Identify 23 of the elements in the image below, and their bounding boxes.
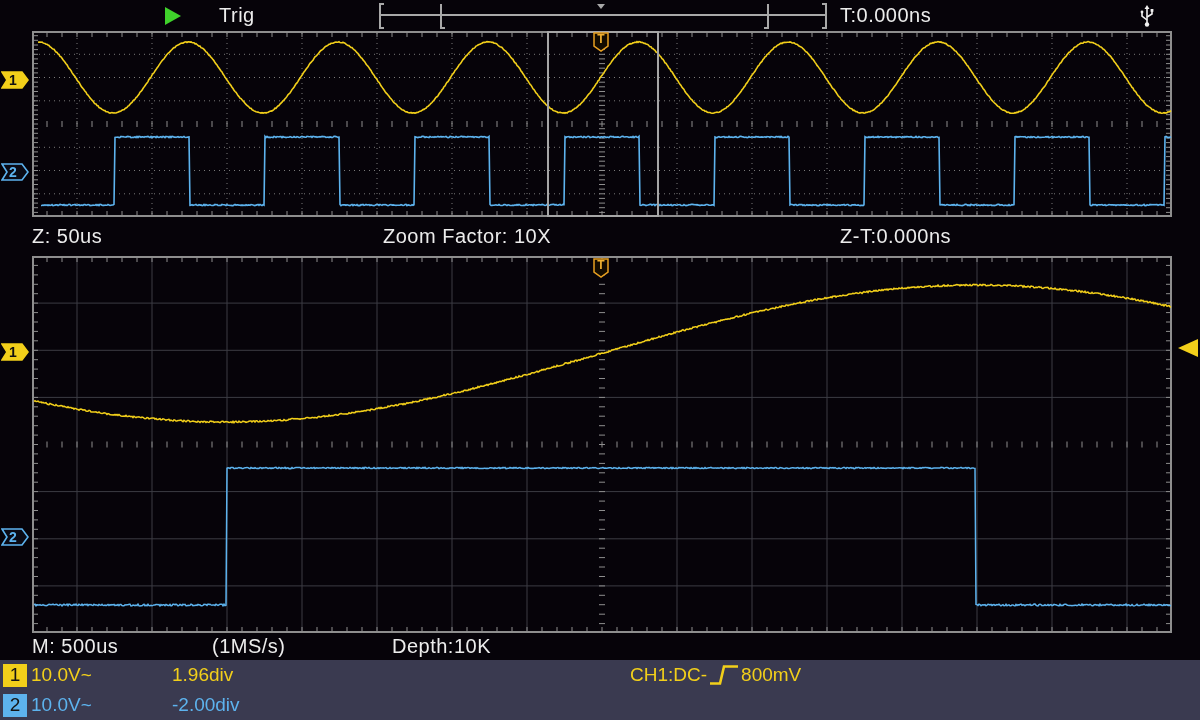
trigger-position-marker: T: [593, 32, 609, 52]
left-triangle-icon: [1178, 339, 1198, 357]
trigger-status: Trig: [219, 4, 255, 27]
channel-marker: 1: [1, 71, 29, 89]
trigger-position-marker: T: [593, 258, 609, 278]
main-timebase: M: 500us: [32, 635, 119, 658]
trigger-source: CH1:DC-: [630, 664, 708, 686]
vertical-offset: -2.00div: [172, 694, 240, 716]
memory-depth: Depth:10K: [392, 635, 491, 658]
channel-marker: 2: [1, 528, 29, 546]
trigger-time: T:0.000ns: [840, 4, 932, 27]
sample-rate: (1MS/s): [212, 635, 286, 658]
zoom-timebase: Z: 50us: [32, 225, 103, 248]
vertical-scale: 10.0V~: [30, 694, 92, 716]
zoom-factor: Zoom Factor: 10X: [383, 225, 552, 248]
vertical-offset: 1.96div: [172, 664, 234, 686]
channel-marker: 2: [1, 163, 29, 181]
zoom-trigger-time: Z-T:0.000ns: [840, 225, 952, 248]
channel-number-badge: 1: [3, 663, 27, 687]
channel-number-badge: 2: [3, 693, 27, 717]
vertical-scale: 10.0V~: [30, 664, 92, 686]
trigger-level: 800mV: [741, 664, 802, 686]
channel-marker: 1: [1, 343, 29, 361]
